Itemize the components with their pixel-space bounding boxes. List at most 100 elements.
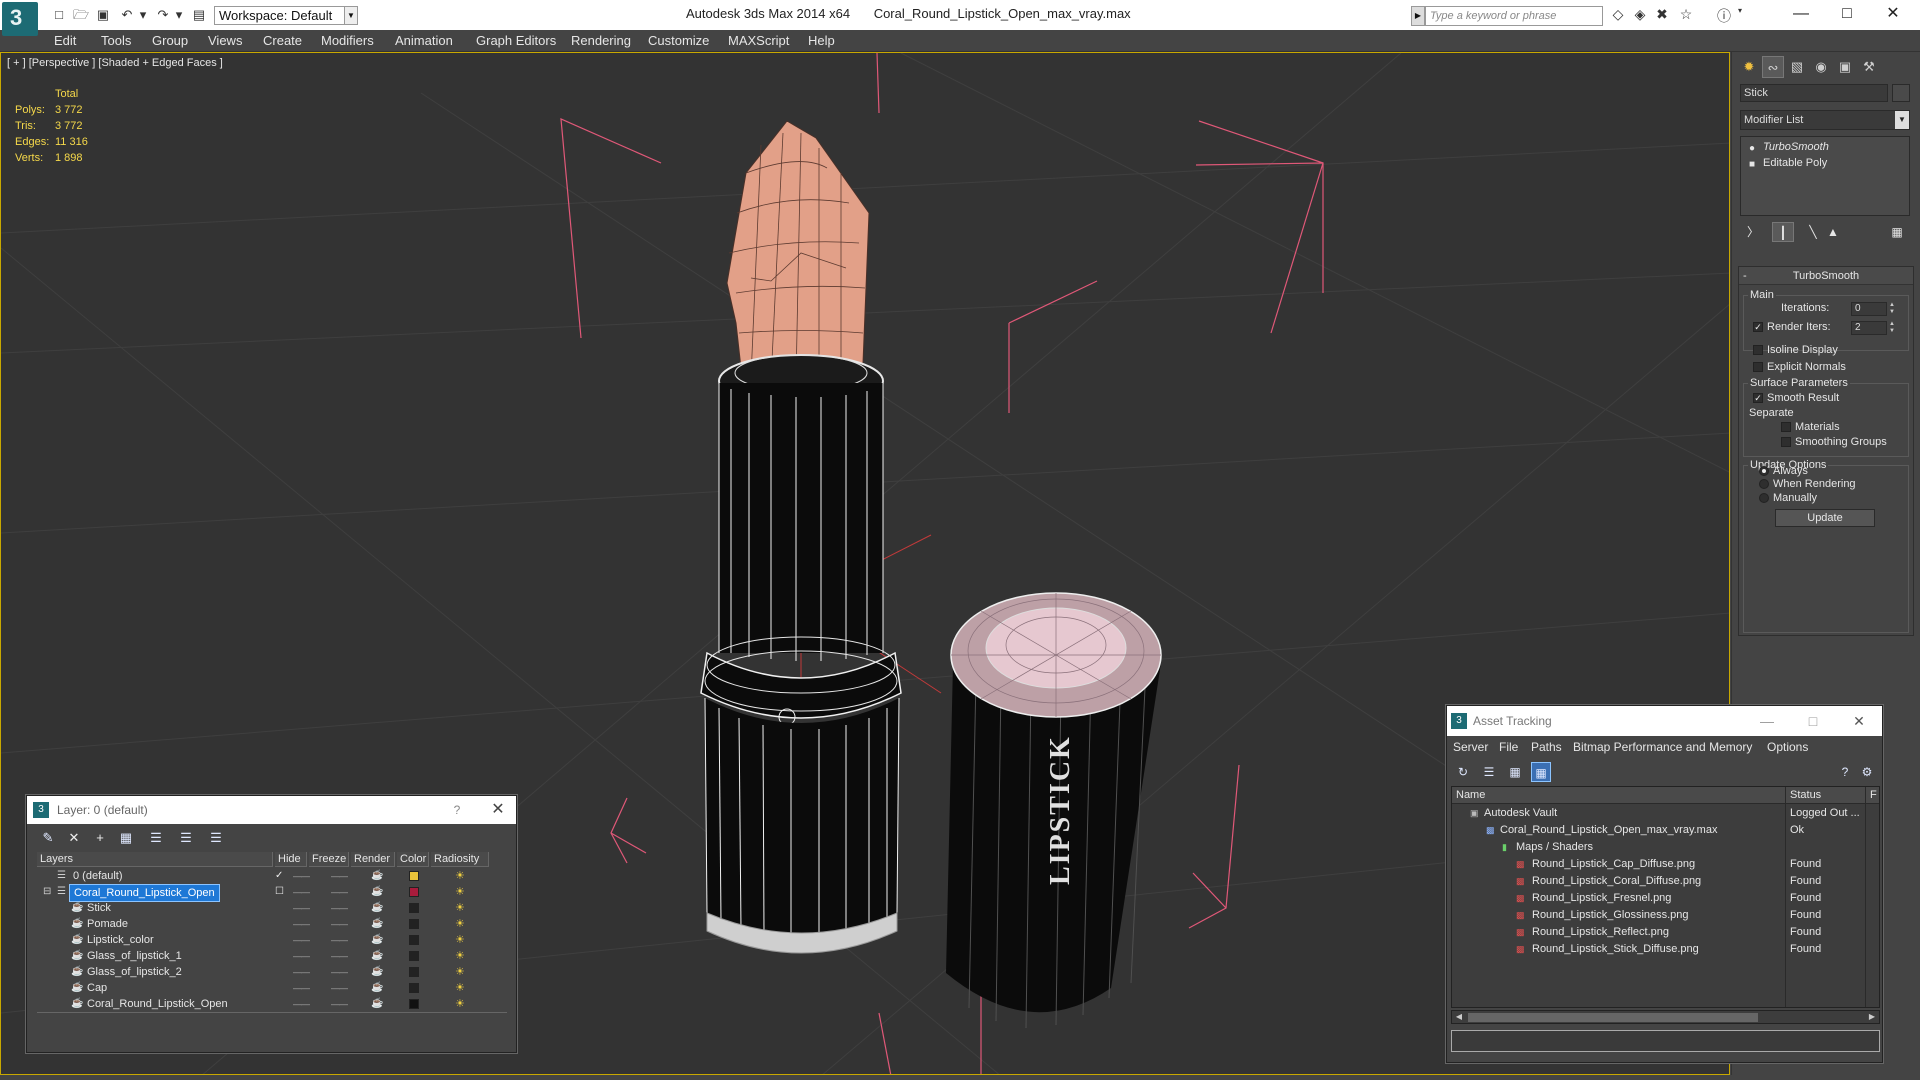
add-to-layer-icon[interactable]: + — [89, 828, 111, 848]
asset-path-field[interactable] — [1451, 1030, 1880, 1052]
render-teapot-icon[interactable]: ☕ — [371, 948, 383, 964]
favorites-star-icon[interactable]: ☆ — [1676, 6, 1696, 26]
freeze-toggle[interactable]: —— — [331, 868, 348, 884]
redo-dropdown-icon[interactable]: ▾ — [170, 6, 188, 24]
search-input[interactable]: Type a keyword or phrase — [1425, 6, 1603, 26]
communication-center-icon[interactable]: ✖ — [1652, 6, 1672, 26]
hide-toggle[interactable]: —— — [293, 948, 310, 964]
object-color-swatch[interactable] — [1892, 84, 1910, 102]
subscription-icon[interactable]: ◈ — [1630, 6, 1650, 26]
spinner-arrows-icon[interactable]: ▲ ▼ — [1889, 321, 1897, 335]
asset-row[interactable]: ▩ Round_Lipstick_Coral_Diffuse.png Found — [1452, 873, 1879, 890]
radiosity-icon[interactable]: ☀ — [455, 932, 465, 948]
menu-file[interactable]: File — [1499, 740, 1518, 754]
list-view-icon[interactable]: ☰ — [1479, 762, 1499, 782]
object-color-swatch[interactable] — [409, 999, 419, 1009]
asset-row[interactable]: ▩ Round_Lipstick_Glossiness.png Found — [1452, 907, 1879, 924]
close-button[interactable]: ✕ — [1870, 0, 1916, 30]
hide-toggle[interactable]: —— — [293, 916, 310, 932]
stack-item-turbosmooth[interactable]: ● TurboSmooth — [1743, 139, 1907, 155]
maximize-button[interactable]: □ — [1793, 706, 1833, 736]
undo-dropdown-icon[interactable]: ▾ — [134, 6, 152, 24]
layer-color-swatch[interactable] — [409, 871, 419, 881]
radiosity-icon[interactable]: ☀ — [455, 916, 465, 932]
menu-options[interactable]: Options — [1767, 740, 1808, 754]
scrollbar-thumb[interactable] — [1468, 1013, 1758, 1022]
menu-rendering[interactable]: Rendering — [571, 33, 631, 48]
remove-modifier-icon[interactable]: ▲ — [1822, 222, 1844, 242]
stack-item-editable-poly[interactable]: ■ Editable Poly — [1743, 155, 1907, 171]
hide-all-icon[interactable]: ☰ — [175, 828, 197, 848]
column-header[interactable]: Name — [1452, 787, 1786, 804]
new-file-icon[interactable]: □ — [50, 6, 68, 24]
radiosity-icon[interactable]: ☀ — [455, 996, 465, 1012]
freeze-toggle[interactable]: —— — [331, 916, 348, 932]
menu-paths[interactable]: Paths — [1531, 740, 1562, 754]
layer-object-row[interactable]: ☕ Cap —— —— ☕ ☀ — [37, 980, 507, 996]
update-button[interactable]: Update — [1775, 509, 1875, 527]
object-color-swatch[interactable] — [409, 935, 419, 945]
pin-stack-icon[interactable]: 〉 — [1742, 222, 1764, 242]
materials-checkbox[interactable] — [1781, 422, 1791, 432]
collapse-icon[interactable]: ⊟ — [43, 884, 51, 900]
radiosity-icon[interactable]: ☀ — [455, 948, 465, 964]
configure-sets-icon[interactable]: ▦ — [1886, 222, 1908, 242]
open-folder-icon[interactable]: 🗁 — [72, 6, 90, 24]
hide-toggle[interactable]: —— — [293, 932, 310, 948]
menu-modifiers[interactable]: Modifiers — [321, 33, 374, 48]
make-unique-icon[interactable]: ╲ — [1802, 222, 1824, 242]
render-iters-spinner[interactable]: 2 — [1851, 321, 1887, 335]
render-teapot-icon[interactable]: ☕ — [371, 868, 383, 884]
column-header[interactable]: Layers — [37, 852, 273, 867]
object-name-field[interactable]: Stick — [1740, 84, 1888, 102]
radiosity-icon[interactable]: ☀ — [455, 980, 465, 996]
create-tab-icon[interactable]: ✹ — [1738, 56, 1760, 78]
save-icon[interactable]: ▣ — [94, 6, 112, 24]
layer-row[interactable]: ☰ 0 (default) ✓ —— —— ☕ ☀ — [37, 868, 507, 884]
scroll-right-icon[interactable]: ▶ — [1865, 1011, 1879, 1023]
chevron-down-icon[interactable]: ▼ — [1895, 111, 1909, 129]
menu-bitmap-performance[interactable]: Bitmap Performance and Memory — [1573, 740, 1752, 754]
freeze-toggle[interactable]: —— — [331, 932, 348, 948]
collapse-icon[interactable]: - — [1743, 267, 1747, 285]
menu-help[interactable]: Help — [808, 33, 835, 48]
radiosity-icon[interactable]: ☀ — [455, 900, 465, 916]
expand-icon[interactable]: ■ — [1749, 157, 1755, 173]
show-end-result-icon[interactable]: ┃ — [1772, 222, 1794, 242]
menu-customize[interactable]: Customize — [648, 33, 709, 48]
asset-row[interactable]: ▩ Round_Lipstick_Fresnel.png Found — [1452, 890, 1879, 907]
rollout-header[interactable]: - TurboSmooth — [1739, 267, 1913, 285]
select-objects-icon[interactable]: ▦ — [115, 828, 137, 848]
table-view-icon[interactable]: ▦ — [1531, 762, 1551, 782]
radiosity-icon[interactable]: ☀ — [455, 964, 465, 980]
smooth-result-checkbox[interactable]: ✓ — [1753, 393, 1763, 403]
column-header[interactable]: F — [1866, 787, 1879, 804]
asset-row[interactable]: ▩ Round_Lipstick_Cap_Diffuse.png Found — [1452, 856, 1879, 873]
radiosity-icon[interactable]: ☀ — [455, 884, 465, 900]
when-rendering-radio[interactable] — [1759, 479, 1769, 489]
object-color-swatch[interactable] — [409, 903, 419, 913]
render-teapot-icon[interactable]: ☕ — [371, 932, 383, 948]
column-header[interactable]: Status — [1786, 787, 1866, 804]
modifier-list-dropdown[interactable]: Modifier List — [1740, 110, 1910, 130]
hierarchy-tab-icon[interactable]: ▧ — [1786, 56, 1808, 78]
asset-row[interactable]: ▩ Round_Lipstick_Stick_Diffuse.png Found — [1452, 941, 1879, 958]
render-iters-checkbox[interactable]: ✓ — [1753, 322, 1763, 332]
freeze-toggle[interactable]: —— — [331, 996, 348, 1012]
column-header[interactable]: Hide — [275, 852, 307, 867]
layer-color-swatch[interactable] — [409, 887, 419, 897]
object-color-swatch[interactable] — [409, 951, 419, 961]
asset-row[interactable]: ▣ Autodesk Vault Logged Out ... — [1452, 805, 1879, 822]
spinner-arrows-icon[interactable]: ▲ ▼ — [1889, 302, 1897, 316]
object-color-swatch[interactable] — [409, 967, 419, 977]
menu-graph-editors[interactable]: Graph Editors — [476, 33, 556, 48]
always-radio[interactable] — [1759, 466, 1769, 476]
app-menu-button[interactable]: 3 — [2, 2, 38, 36]
render-teapot-icon[interactable]: ☕ — [371, 916, 383, 932]
chevron-down-icon[interactable]: ▼ — [344, 6, 358, 25]
close-icon[interactable]: ✕ — [1839, 706, 1879, 736]
modify-tab-icon[interactable]: ∾ — [1762, 56, 1784, 78]
freeze-all-icon[interactable]: ☰ — [205, 828, 227, 848]
help-button[interactable]: ? — [447, 796, 467, 824]
hide-toggle[interactable]: —— — [293, 964, 310, 980]
